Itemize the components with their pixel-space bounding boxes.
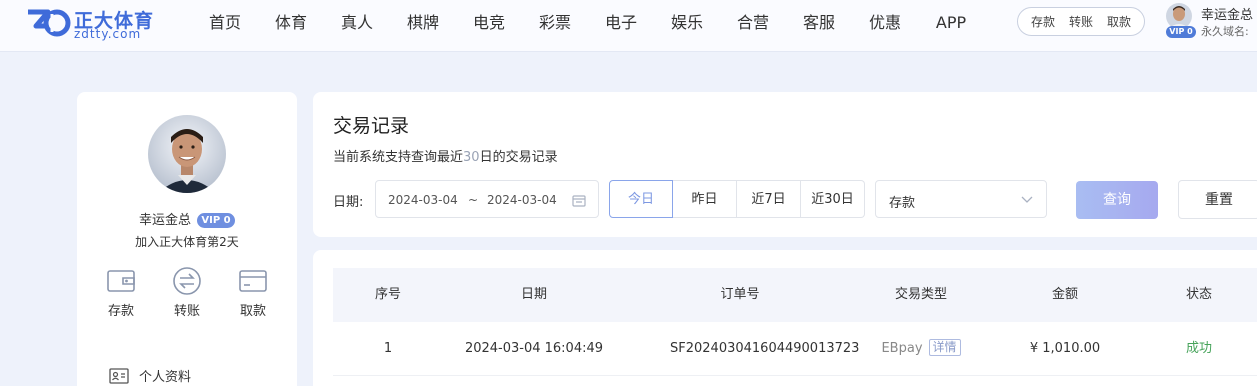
transaction-type-value: 存款 [889, 196, 916, 211]
nav-item-promotions[interactable]: 优惠 [852, 0, 918, 46]
calendar-icon [572, 195, 586, 207]
transfer-icon [173, 267, 201, 295]
cell-date: 2024-03-04 16:04:49 [464, 341, 604, 356]
cell-status: 成功 [1185, 341, 1212, 356]
header-transfer-link[interactable]: 转账 [1069, 13, 1093, 30]
side-menu-profile[interactable]: 个人资料 [109, 366, 191, 385]
nav-item-app[interactable]: APP [918, 0, 984, 46]
nav-item-live[interactable]: 真人 [324, 0, 390, 46]
col-status: 状态 [1185, 287, 1212, 302]
header-withdraw-link[interactable]: 取款 [1107, 13, 1131, 30]
header-vip-badge: VIP 0 [1166, 26, 1196, 38]
nav-item-slots[interactable]: 电子 [588, 0, 654, 46]
col-date: 日期 [520, 287, 547, 302]
nav-item-home[interactable]: 首页 [192, 0, 258, 46]
header-domain-label: 永久域名: [1201, 25, 1249, 38]
profile-join-days: 加入正大体育第2天 [135, 235, 239, 249]
subtitle-suffix: 日的交易记录 [479, 150, 558, 165]
header-deposit-link[interactable]: 存款 [1031, 13, 1055, 30]
table-row: 1 2024-03-04 16:04:49 SF2024030416044900… [333, 322, 1257, 376]
nav-item-lottery[interactable]: 彩票 [522, 0, 588, 46]
reset-button[interactable]: 重置 [1178, 180, 1257, 219]
cell-amount: ¥ 1,010.00 [1029, 341, 1101, 356]
transaction-type-select[interactable]: 存款 [875, 180, 1047, 218]
nav-item-esports[interactable]: 电竞 [456, 0, 522, 46]
id-card-icon [109, 367, 129, 384]
brand-logo[interactable]: 正大体育 zdtty.com [26, 6, 156, 42]
profile-name-row: 幸运金总 VIP 0 [77, 209, 297, 228]
top-header: 正大体育 zdtty.com 首页 体育 真人 棋牌 电竞 彩票 电子 娱乐 合… [0, 0, 1257, 52]
logo-mark-icon [28, 9, 71, 37]
brand-url: zdtty.com [74, 27, 142, 41]
withdraw-action-label: 取款 [239, 304, 266, 319]
cell-type: EBpay 详情 [851, 322, 991, 376]
date-label: 日期: [333, 195, 364, 210]
cell-index: 1 [383, 341, 393, 356]
nav-item-sports[interactable]: 体育 [258, 0, 324, 46]
side-menu-profile-label: 个人资料 [139, 370, 192, 385]
cell-type-value: EBpay [881, 341, 923, 356]
transfer-action-label: 转账 [173, 304, 200, 319]
transfer-action[interactable]: 转账 [157, 266, 217, 319]
records-table: 序号 日期 订单号 交易类型 金额 状态 1 2024-03-04 16:04:… [313, 250, 1257, 386]
nav-item-cards[interactable]: 棋牌 [390, 0, 456, 46]
start-date[interactable]: 2024-03-04 [388, 193, 458, 207]
deposit-action-label: 存款 [107, 304, 134, 319]
cell-order-no: SF202403041604490013723 [670, 341, 860, 356]
chevron-down-icon [1021, 196, 1033, 203]
end-date[interactable]: 2024-03-04 [487, 193, 557, 207]
nav-item-affiliate[interactable]: 合营 [720, 0, 786, 46]
header-quick-actions: 存款 转账 取款 [1017, 7, 1145, 36]
subtitle-prefix: 当前系统支持查询最近 [333, 150, 464, 165]
withdraw-action[interactable]: 取款 [223, 266, 283, 319]
table-header: 序号 日期 订单号 交易类型 金额 状态 [333, 268, 1257, 322]
range-today-button[interactable]: 今日 [609, 180, 673, 218]
range-30days-button[interactable]: 近30日 [801, 180, 865, 218]
col-type: 交易类型 [894, 287, 947, 302]
query-panel: 交易记录 当前系统支持查询最近30日的交易记录 日期: 2024-03-04 ~… [313, 92, 1257, 237]
header-username: 幸运金总 [1201, 8, 1254, 23]
profile-vip-badge: VIP 0 [197, 213, 235, 228]
date-range-picker[interactable]: 2024-03-04 ~ 2024-03-04 [375, 180, 599, 218]
card-icon [239, 270, 267, 292]
range-7days-button[interactable]: 近7日 [737, 180, 801, 218]
col-order-no: 订单号 [720, 287, 760, 302]
quick-range-group: 今日 昨日 近7日 近30日 [609, 180, 865, 218]
page-title: 交易记录 [333, 115, 410, 137]
profile-actions: 存款 转账 取款 [91, 266, 283, 319]
wallet-icon [107, 270, 135, 292]
nav-item-entertainment[interactable]: 娱乐 [654, 0, 720, 46]
deposit-action[interactable]: 存款 [91, 266, 151, 319]
nav-item-service[interactable]: 客服 [786, 0, 852, 46]
profile-card: 幸运金总 VIP 0 加入正大体育第2天 存款 转账 取款 个人资料 [77, 92, 297, 386]
profile-username: 幸运金总 [138, 213, 191, 228]
date-range-separator: ~ [468, 193, 479, 207]
range-yesterday-button[interactable]: 昨日 [673, 180, 737, 218]
detail-button[interactable]: 详情 [928, 339, 961, 356]
subtitle-days: 30 [463, 150, 480, 165]
main-nav: 首页 体育 真人 棋牌 电竞 彩票 电子 娱乐 合营 客服 优惠 APP [192, 0, 984, 46]
page-subtitle: 当前系统支持查询最近30日的交易记录 [333, 146, 558, 165]
col-amount: 金额 [1051, 287, 1078, 302]
profile-avatar [148, 115, 226, 193]
search-button[interactable]: 查询 [1076, 181, 1158, 219]
col-index: 序号 [374, 287, 401, 302]
